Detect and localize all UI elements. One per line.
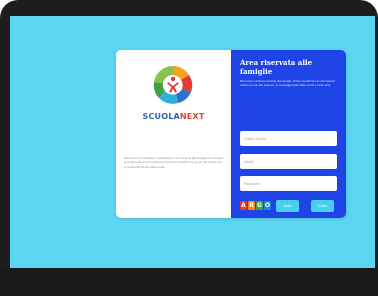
- page-title: Area riservata alle famiglie: [240, 58, 313, 76]
- argo-letter: R: [248, 201, 255, 210]
- help-button[interactable]: Aiuto: [276, 200, 299, 212]
- brand-name: SCUOLANEXT: [116, 112, 231, 121]
- argo-letter: A: [240, 201, 247, 210]
- branding-description: Benvenuto in ScuolaNext, l'applicazione …: [124, 156, 224, 169]
- argo-letter: G: [256, 201, 263, 210]
- laptop-bottom-bezel: [0, 268, 378, 296]
- argo-logo: A R G O: [240, 201, 271, 210]
- brand-name-part2: NEXT: [179, 112, 205, 121]
- argo-letter: O: [264, 201, 271, 210]
- scuolanext-logo-icon: [150, 62, 196, 108]
- login-panel: Area riservata alle famiglie Benvenuto n…: [231, 50, 346, 218]
- login-description: Benvenuto nell'area riservata alle famig…: [240, 79, 335, 88]
- username-field[interactable]: [240, 154, 337, 169]
- password-field[interactable]: [240, 176, 337, 191]
- school-code-field[interactable]: [240, 131, 337, 146]
- brand-name-part1: SCUOLA: [142, 112, 180, 121]
- login-card: SCUOLANEXT Benvenuto in ScuolaNext, l'ap…: [116, 50, 346, 218]
- branding-panel: SCUOLANEXT Benvenuto in ScuolaNext, l'ap…: [116, 50, 231, 218]
- login-button[interactable]: Entra: [311, 200, 334, 212]
